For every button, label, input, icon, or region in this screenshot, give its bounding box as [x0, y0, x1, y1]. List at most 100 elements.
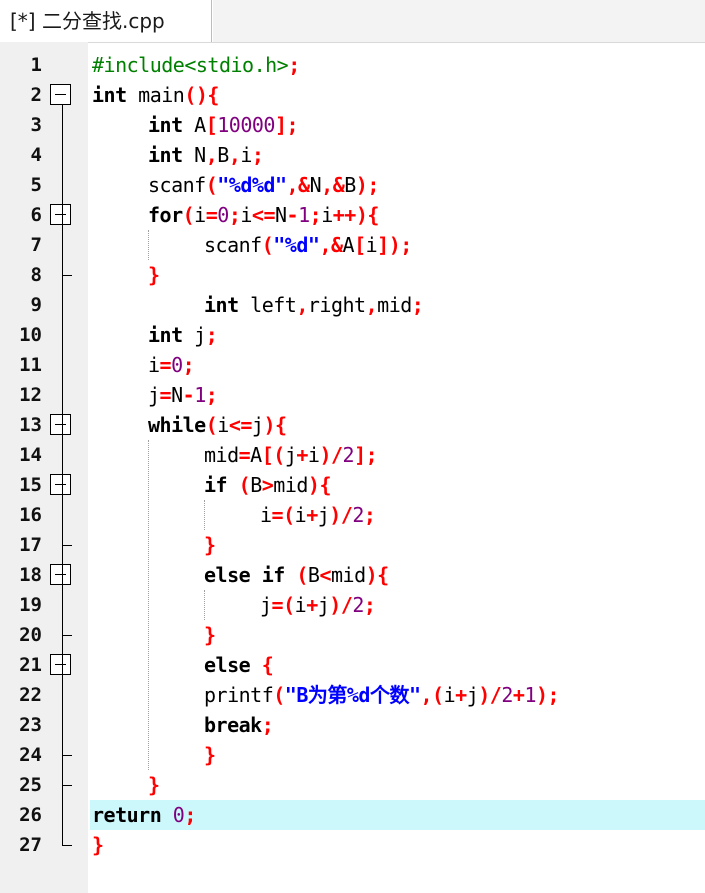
- code-token: B: [217, 143, 229, 167]
- code-line[interactable]: 25}: [0, 770, 705, 800]
- code-token: if: [204, 473, 228, 497]
- code-token: )/: [478, 683, 502, 707]
- code-line[interactable]: 12 j=N-1;: [0, 380, 705, 410]
- code-token: ;: [251, 143, 264, 167]
- line-number: 14: [19, 444, 42, 466]
- code-line[interactable]: 6 for(i=0;i<=N-1;i++){: [0, 200, 705, 230]
- code-token: else if: [204, 563, 285, 587]
- code-token: ];: [354, 443, 378, 467]
- code-line[interactable]: 2 int main(){: [0, 80, 705, 110]
- file-tab[interactable]: [*] 二分查找.cpp: [0, 0, 212, 42]
- code-line[interactable]: 8}: [0, 260, 705, 290]
- code-token: 10000: [217, 113, 275, 137]
- code-token: i: [294, 503, 307, 527]
- code-token: ,&: [321, 173, 345, 197]
- code-token: j: [284, 443, 297, 467]
- code-line[interactable]: 21 else {: [0, 650, 705, 680]
- code-text: }: [204, 530, 216, 560]
- code-token: ,: [205, 143, 218, 167]
- code-line-current[interactable]: 26 return 0;: [0, 800, 705, 830]
- code-token: right: [307, 293, 366, 317]
- code-text: }: [92, 830, 104, 860]
- code-token: <=: [251, 203, 276, 227]
- code-line[interactable]: 7 scanf("%d",&A[i]);: [0, 230, 705, 260]
- code-token: );: [535, 683, 560, 707]
- line-number: 20: [19, 624, 42, 646]
- code-text: printf("B为第%d个数",(i+j)/2+1);: [204, 680, 560, 710]
- code-token: 0: [217, 203, 229, 227]
- code-line[interactable]: 14 mid=A[(j+i)/2];: [0, 440, 705, 470]
- code-line[interactable]: 10 int j;: [0, 320, 705, 350]
- code-token: j: [317, 593, 330, 617]
- code-line[interactable]: 17}: [0, 530, 705, 560]
- code-text: int j;: [148, 320, 218, 350]
- code-token: int: [148, 113, 183, 137]
- code-token: ,: [228, 143, 241, 167]
- code-token: j: [317, 503, 330, 527]
- code-token: )/: [319, 443, 343, 467]
- code-token: +: [455, 683, 467, 707]
- code-token: =(: [271, 593, 296, 617]
- indent-guide: [204, 590, 205, 620]
- code-line[interactable]: 13 while(i<=j){: [0, 410, 705, 440]
- code-token: mid: [273, 473, 308, 497]
- code-token: i: [148, 353, 160, 377]
- code-token: }: [204, 743, 216, 767]
- code-token: break: [204, 713, 262, 737]
- code-token: ,: [296, 293, 308, 317]
- code-line[interactable]: 15 if (B>mid){: [0, 470, 705, 500]
- code-text: #include<stdio.h>;: [92, 50, 300, 80]
- code-line[interactable]: 19 j=(i+j)/2;: [0, 590, 705, 620]
- code-line[interactable]: 9 int left,right,mid;: [0, 290, 705, 320]
- code-line[interactable]: 23 break;: [0, 710, 705, 740]
- code-token: #include<stdio.h>: [92, 53, 289, 77]
- code-token: ];: [274, 113, 299, 137]
- code-token: =(: [271, 503, 296, 527]
- code-token: ;: [182, 353, 195, 377]
- code-token: ){: [263, 413, 287, 437]
- code-token: "B为第%d个数": [284, 683, 421, 707]
- code-line[interactable]: 4 int N,B,i;: [0, 140, 705, 170]
- code-token: ;: [288, 53, 300, 77]
- code-text: }: [204, 620, 216, 650]
- code-token: }: [148, 263, 160, 287]
- code-token: 0: [171, 353, 183, 377]
- line-number: 4: [30, 144, 42, 166]
- line-number: 11: [19, 354, 42, 376]
- line-number: 13: [19, 414, 42, 436]
- code-token: N: [182, 143, 206, 167]
- code-text: i=0;: [148, 350, 195, 380]
- code-token: ;: [363, 503, 376, 527]
- code-token: return: [92, 803, 162, 827]
- code-token: scanf: [204, 233, 262, 257]
- code-token: >: [261, 473, 274, 497]
- code-token: main: [126, 83, 185, 107]
- code-token: [: [205, 113, 218, 137]
- code-token: ){: [365, 563, 390, 587]
- code-text: mid=A[(j+i)/2];: [204, 440, 378, 470]
- code-token: i: [307, 443, 320, 467]
- code-line[interactable]: 27}: [0, 830, 705, 860]
- line-number: 5: [30, 174, 42, 196]
- code-token: +: [306, 503, 318, 527]
- code-token: )/: [329, 503, 353, 527]
- line-number: 1: [30, 54, 42, 76]
- code-line[interactable]: 18 else if (B<mid){: [0, 560, 705, 590]
- code-token: +: [306, 593, 318, 617]
- code-line[interactable]: 11 i=0;: [0, 350, 705, 380]
- code-line[interactable]: 1 #include<stdio.h>;: [0, 50, 705, 80]
- line-number: 27: [19, 834, 42, 856]
- code-line[interactable]: 3 int A[10000];: [0, 110, 705, 140]
- line-number: 12: [19, 384, 42, 406]
- code-token: for: [148, 203, 183, 227]
- line-number: 2: [30, 84, 42, 106]
- code-line[interactable]: 22 printf("B为第%d个数",(i+j)/2+1);: [0, 680, 705, 710]
- line-number: 25: [19, 774, 42, 796]
- code-token: =: [205, 203, 218, 227]
- code-line[interactable]: 16 i=(i+j)/2;: [0, 500, 705, 530]
- code-line[interactable]: 20}: [0, 620, 705, 650]
- code-line[interactable]: 5 scanf("%d%d",&N,&B);: [0, 170, 705, 200]
- code-line[interactable]: 24}: [0, 740, 705, 770]
- code-text: int left,right,mid;: [204, 290, 424, 320]
